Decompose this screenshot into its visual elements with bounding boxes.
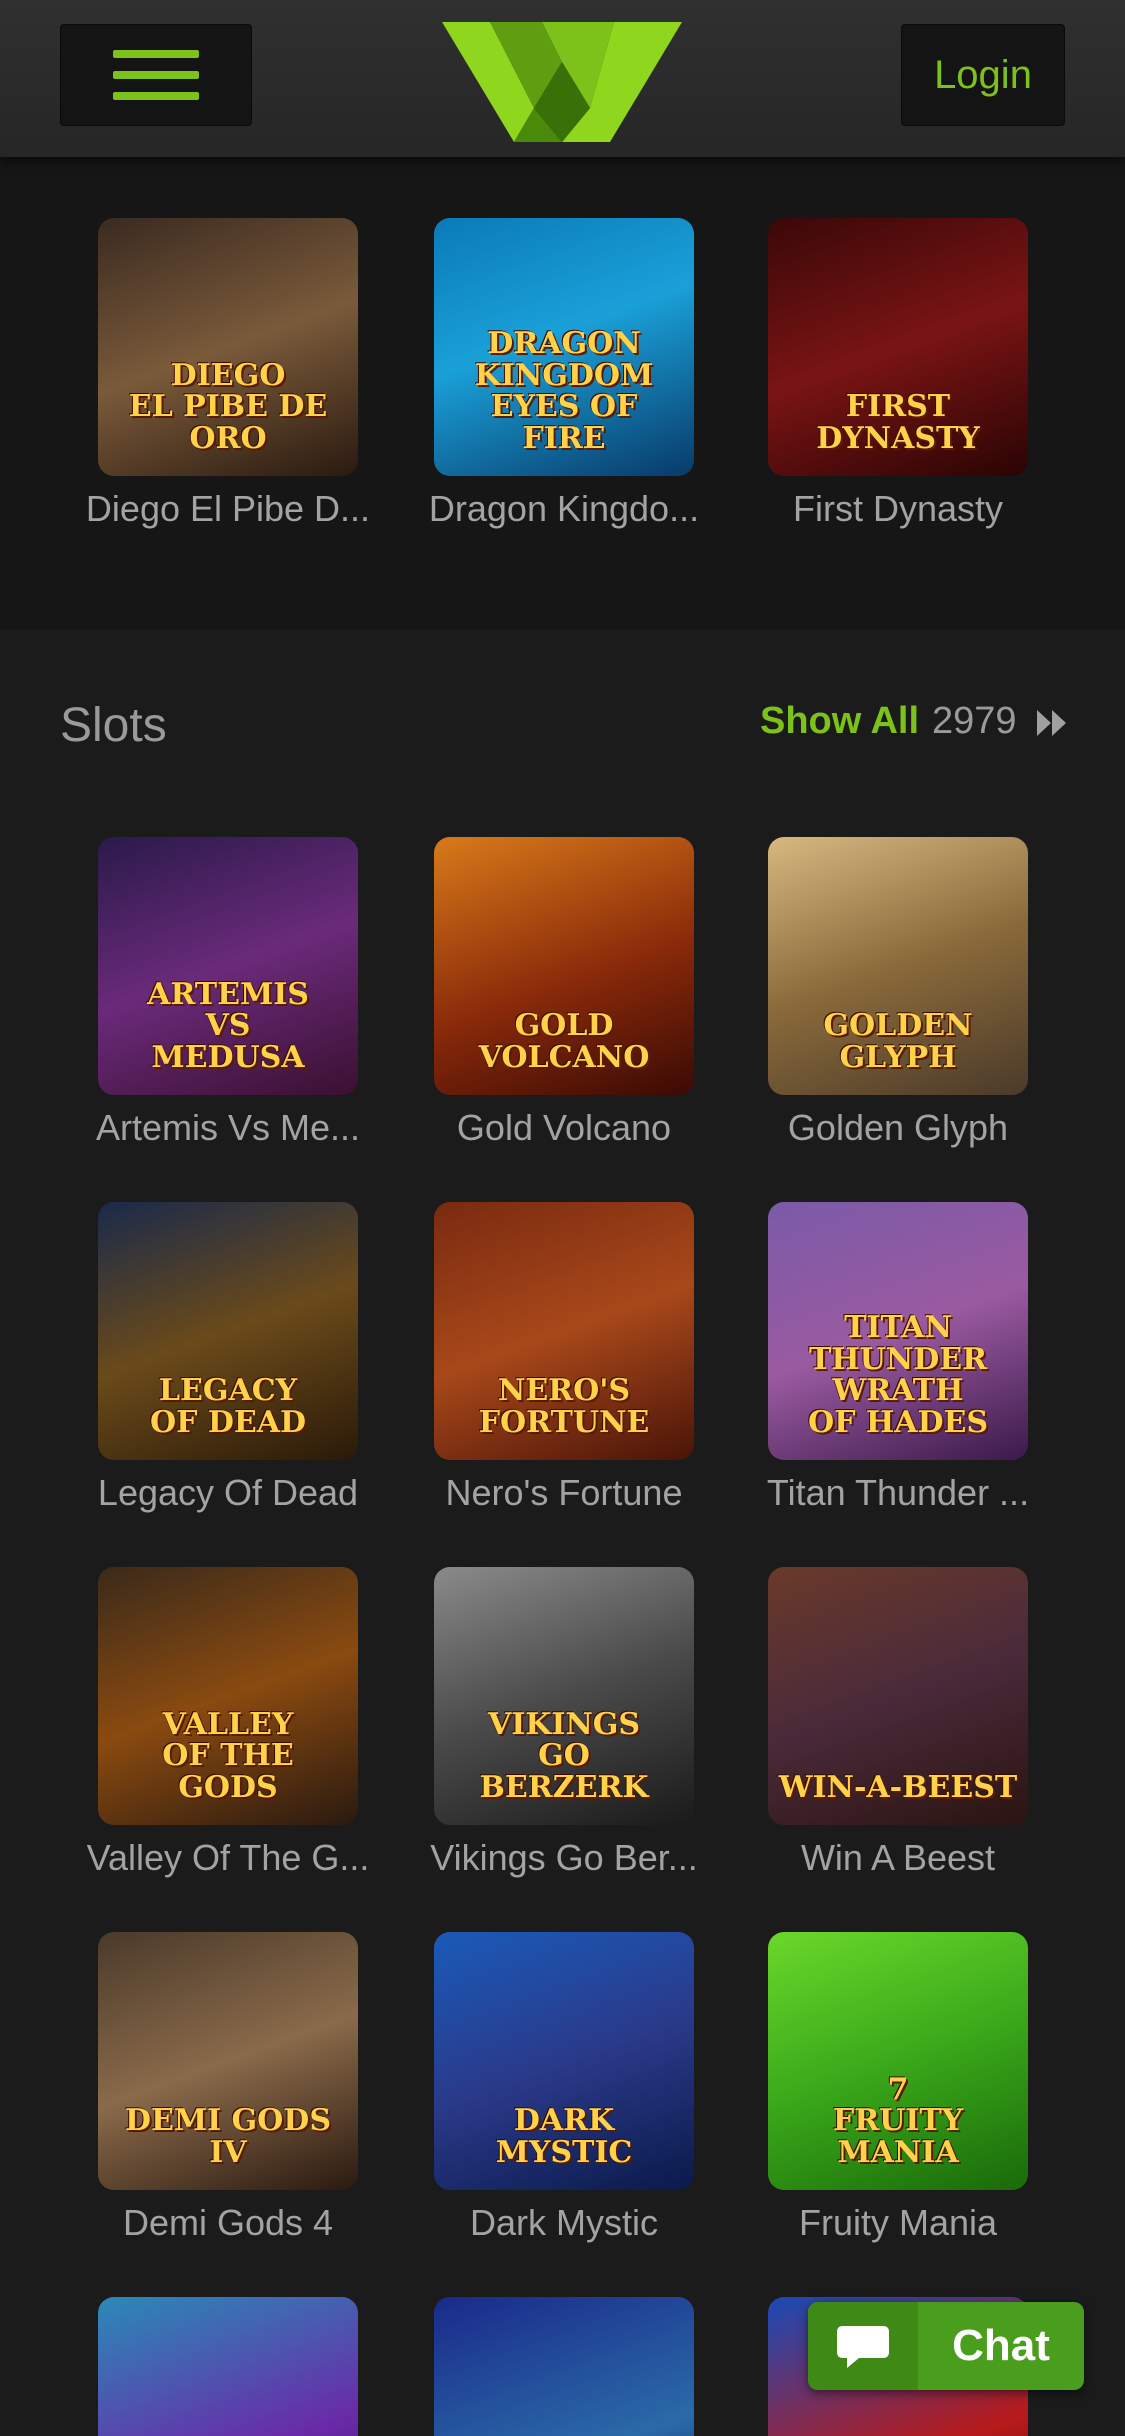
game-thumbnail[interactable]: NERO'S FORTUNE xyxy=(434,1202,694,1460)
game-thumbnail[interactable]: DARK MYSTIC xyxy=(434,1932,694,2190)
game-title[interactable]: Artemis Vs Me... xyxy=(58,1107,398,1149)
login-button[interactable]: Login xyxy=(901,24,1065,126)
game-thumbnail[interactable]: TITAN THUNDER WRATH OF HADES xyxy=(768,1202,1028,1460)
chat-label: Chat xyxy=(952,2321,1050,2370)
game-title[interactable]: Diego El Pibe D... xyxy=(58,488,398,530)
game-logo-art: TITAN THUNDER WRATH OF HADES xyxy=(807,1310,989,1440)
slots-section: Slots Show All 2979 ARTEMIS VS MEDUSA Art… xyxy=(0,630,1125,2436)
game-logo-art: GOLD VOLCANO xyxy=(478,1008,650,1075)
game-title[interactable]: Fruity Mania xyxy=(728,2202,1068,2244)
game-thumbnail[interactable] xyxy=(434,2297,694,2436)
game-logo-art: WIN-A-BEEST xyxy=(778,1769,1018,1805)
game-title[interactable]: Win A Beest xyxy=(728,1837,1068,1879)
game-logo-art: VIKINGS GO BERZERK xyxy=(479,1706,649,1805)
game-thumbnail[interactable]: LEGACY OF DEAD xyxy=(98,1202,358,1460)
game-title[interactable]: Demi Gods 4 xyxy=(58,2202,398,2244)
games-count: 2979 xyxy=(932,700,1017,742)
menu-icon-bar xyxy=(113,71,199,79)
brand-logo[interactable] xyxy=(442,22,682,142)
menu-icon-bar xyxy=(113,92,199,100)
game-title[interactable]: Titan Thunder ... xyxy=(728,1472,1068,1514)
game-thumbnail[interactable]: 7 FRUITY MANIA xyxy=(768,1932,1028,2190)
game-logo-art: LEGACY OF DEAD xyxy=(149,1373,307,1440)
game-title[interactable]: Dragon Kingdo... xyxy=(394,488,734,530)
chat-icon xyxy=(808,2302,918,2390)
game-thumbnail[interactable]: VALLEY OF THE GODS xyxy=(98,1567,358,1825)
game-title[interactable]: First Dynasty xyxy=(728,488,1068,530)
game-logo-art: DARK MYSTIC xyxy=(495,2103,633,2170)
game-logo-art: ARTEMIS VS MEDUSA xyxy=(147,976,309,1075)
game-logo-art: DIEGO EL PIBE DE ORO xyxy=(128,357,328,456)
game-thumbnail[interactable]: DEMI GODS IV xyxy=(98,1932,358,2190)
game-logo-art: DRAGON KINGDOM EYES OF FIRE xyxy=(474,326,654,456)
menu-icon-bar xyxy=(113,50,199,58)
fast-forward-icon[interactable] xyxy=(1037,710,1067,736)
game-thumbnail[interactable]: FIRST DYNASTY xyxy=(768,218,1028,476)
game-logo-art: VALLEY OF THE GODS xyxy=(162,1706,294,1805)
game-logo-art: 7 FRUITY MANIA xyxy=(832,2071,964,2170)
game-title[interactable]: Dark Mystic xyxy=(394,2202,734,2244)
section-title: Slots xyxy=(60,699,167,752)
game-title[interactable]: Nero's Fortune xyxy=(394,1472,734,1514)
game-logo-art: FIRST DYNASTY xyxy=(816,389,980,456)
game-thumbnail[interactable]: ARTEMIS VS MEDUSA xyxy=(98,837,358,1095)
featured-games-section: DIEGO EL PIBE DE ORO Diego El Pibe D... DR… xyxy=(0,157,1125,630)
game-thumbnail[interactable]: GOLDEN GLYPH xyxy=(768,837,1028,1095)
game-title[interactable]: Gold Volcano xyxy=(394,1107,734,1149)
game-logo-art: DEMI GODS IV xyxy=(124,2103,331,2170)
show-all-link[interactable]: Show All xyxy=(760,700,919,743)
game-title[interactable]: Valley Of The G... xyxy=(58,1837,398,1879)
game-logo-art: NERO'S FORTUNE xyxy=(478,1373,650,1440)
game-thumbnail[interactable]: DIEGO EL PIBE DE ORO xyxy=(98,218,358,476)
game-title[interactable]: Legacy Of Dead xyxy=(58,1472,398,1514)
game-logo-art: GOLDEN GLYPH xyxy=(823,1008,973,1075)
game-title[interactable]: Golden Glyph xyxy=(728,1107,1068,1149)
top-header: Login xyxy=(0,0,1125,157)
hamburger-menu-button[interactable] xyxy=(60,24,252,126)
game-thumbnail[interactable] xyxy=(98,2297,358,2436)
game-title[interactable]: Vikings Go Ber... xyxy=(394,1837,734,1879)
game-thumbnail[interactable]: DRAGON KINGDOM EYES OF FIRE xyxy=(434,218,694,476)
chat-button[interactable]: Chat xyxy=(808,2302,1084,2390)
game-thumbnail[interactable]: WIN-A-BEEST xyxy=(768,1567,1028,1825)
game-thumbnail[interactable]: GOLD VOLCANO xyxy=(434,837,694,1095)
game-thumbnail[interactable]: VIKINGS GO BERZERK xyxy=(434,1567,694,1825)
